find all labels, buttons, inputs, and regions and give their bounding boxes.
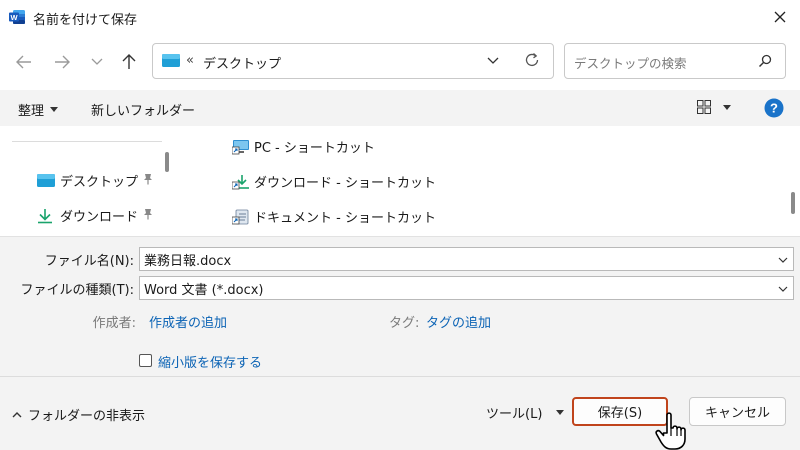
filetype-label: ファイルの種類(T):	[20, 283, 134, 298]
tools-button[interactable]: ツール(L)	[486, 403, 565, 422]
search-input[interactable]: デスクトップの検索	[564, 43, 786, 79]
hide-folders-label: フォルダーの非表示	[28, 409, 146, 424]
forward-button[interactable]	[50, 50, 74, 74]
refresh-button[interactable]	[524, 52, 540, 72]
address-bar[interactable]: « デスクトップ	[152, 43, 554, 79]
save-thumbnail-label[interactable]: 縮小版を保存する	[158, 352, 262, 371]
dialog-footer: フォルダーの非表示 ツール(L) 保存(S) キャンセル	[0, 376, 800, 450]
chevron-down-icon	[778, 257, 788, 263]
filetype-select[interactable]: Word 文書 (*.docx)	[139, 276, 794, 300]
pc-shortcut-icon	[232, 139, 249, 154]
caret-down-icon	[723, 104, 731, 110]
cancel-button[interactable]: キャンセル	[689, 397, 786, 426]
file-name: PC - ショートカット	[254, 141, 375, 156]
sidebar-item-label: デスクトップ	[60, 175, 139, 190]
chevron-up-icon	[12, 411, 22, 417]
title-bar: W 名前を付けて保存	[0, 0, 800, 36]
download-folder-icon	[38, 208, 52, 223]
search-icon	[758, 54, 772, 72]
word-app-icon: W	[9, 9, 26, 25]
svg-text:W: W	[10, 13, 18, 22]
pin-icon	[143, 173, 153, 189]
hand-pointer-icon	[654, 411, 698, 450]
file-name: ダウンロード - ショートカット	[254, 176, 436, 191]
sidebar-item-downloads[interactable]: ダウンロード	[37, 206, 138, 225]
desktop-location-icon	[162, 54, 180, 72]
add-tag-link[interactable]: タグの追加	[426, 312, 491, 331]
author-label: 作成者:	[92, 316, 136, 331]
close-button[interactable]	[766, 4, 794, 30]
chevron-down-icon	[778, 286, 788, 292]
help-button[interactable]: ?	[764, 98, 784, 122]
path-overflow[interactable]: «	[186, 53, 194, 68]
list-item[interactable]: ダウンロード - ショートカット	[232, 172, 436, 191]
window-title: 名前を付けて保存	[33, 13, 138, 28]
save-options-panel: ファイル名(N): 業務日報.docx ファイルの種類(T): Word 文書 …	[0, 236, 800, 376]
search-placeholder: デスクトップの検索	[574, 56, 687, 71]
tags-label: タグ:	[389, 316, 420, 331]
filename-field[interactable]: 業務日報.docx	[139, 247, 794, 271]
filetype-value: Word 文書 (*.docx)	[144, 282, 264, 298]
command-bar: 整理 新しいフォルダー ?	[0, 90, 800, 126]
file-scrollbar-thumb[interactable]	[791, 192, 795, 214]
caret-down-icon	[50, 107, 59, 112]
organize-button[interactable]: 整理	[18, 100, 59, 119]
tools-label: ツール(L)	[486, 407, 543, 422]
close-icon	[774, 11, 786, 23]
add-author-link[interactable]: 作成者の追加	[149, 312, 227, 331]
arrow-up-icon	[122, 54, 136, 69]
address-dropdown[interactable]	[487, 54, 499, 69]
nav-scrollbar-thumb[interactable]	[165, 152, 169, 172]
sidebar-item-desktop[interactable]: デスクトップ	[37, 171, 138, 190]
caret-down-icon	[556, 410, 565, 415]
arrow-left-icon	[16, 55, 31, 69]
chevron-down-icon	[91, 58, 103, 65]
organize-label: 整理	[18, 104, 45, 119]
list-item[interactable]: ドキュメント - ショートカット	[232, 207, 436, 226]
filename-label: ファイル名(N):	[44, 254, 134, 269]
save-thumbnail-checkbox[interactable]	[139, 354, 152, 367]
filename-value: 業務日報.docx	[144, 253, 232, 269]
help-icon: ?	[764, 98, 784, 118]
hide-folders-button[interactable]: フォルダーの非表示	[12, 405, 145, 424]
arrow-right-icon	[55, 55, 70, 69]
pin-icon	[143, 208, 153, 224]
sidebar-item-label: ダウンロード	[60, 210, 139, 225]
grid-view-icon	[697, 100, 711, 114]
svg-text:?: ?	[770, 101, 778, 116]
view-options-button[interactable]	[697, 100, 731, 114]
navigation-pane[interactable]: デスクトップ ダウンロード	[0, 126, 176, 236]
up-button[interactable]	[117, 50, 141, 74]
refresh-icon	[525, 53, 539, 67]
file-list[interactable]: PC - ショートカット ダウンロード - ショートカット ドキュメント - シ…	[176, 126, 800, 236]
list-item[interactable]: PC - ショートカット	[232, 137, 375, 156]
back-button[interactable]	[12, 50, 36, 74]
documents-shortcut-icon	[232, 209, 249, 224]
download-shortcut-icon	[232, 174, 249, 189]
recent-locations-button[interactable]	[85, 50, 109, 74]
desktop-folder-icon	[37, 173, 55, 187]
new-folder-button[interactable]: 新しいフォルダー	[91, 100, 195, 119]
breadcrumb-desktop[interactable]: デスクトップ	[203, 53, 281, 72]
file-name: ドキュメント - ショートカット	[254, 211, 436, 226]
chevron-down-icon	[487, 57, 499, 64]
nav-divider	[12, 141, 162, 142]
